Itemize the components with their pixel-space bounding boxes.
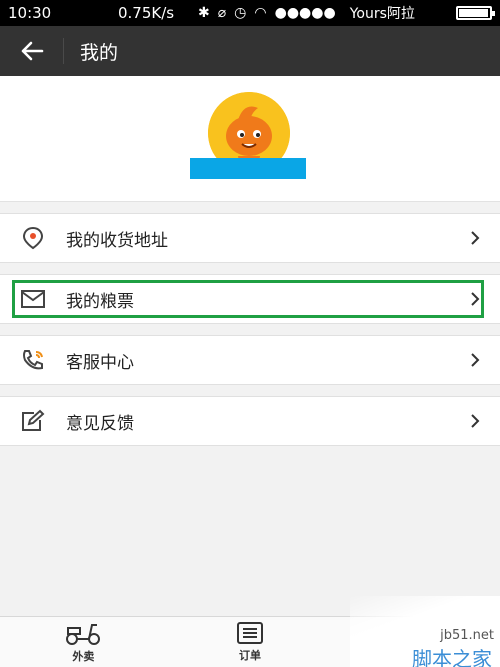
back-arrow-icon	[21, 41, 43, 61]
tab-label: 外卖	[72, 650, 95, 663]
menu-item-label: 意见反馈	[66, 413, 134, 434]
menu-item-grain-ticket[interactable]: 我的粮票	[0, 274, 500, 324]
menu-item-address[interactable]: 我的收货地址	[0, 213, 500, 263]
page-title: 我的	[80, 41, 119, 64]
scooter-icon	[66, 624, 101, 645]
title-bar: 我的	[0, 26, 500, 76]
tab-takeout[interactable]: 外卖	[0, 617, 167, 667]
menu-item-customer-service[interactable]: 客服中心	[0, 335, 500, 385]
chevron-right-icon	[450, 352, 500, 368]
username-placeholder	[190, 158, 306, 179]
profile-section	[0, 76, 500, 202]
chevron-right-icon	[450, 230, 500, 246]
envelope-icon	[0, 289, 66, 309]
battery-icon	[456, 6, 495, 20]
menu-item-label: 客服中心	[66, 352, 134, 373]
menu-item-label: 我的粮票	[66, 291, 134, 312]
order-list-icon	[237, 622, 263, 644]
edit-icon	[0, 409, 66, 433]
menu-item-feedback[interactable]: 意见反馈	[0, 396, 500, 446]
mute-icon: ⌀	[217, 5, 227, 21]
chevron-right-icon	[450, 291, 500, 307]
signal-icon: ●●●●●	[274, 5, 336, 21]
location-pin-icon	[0, 226, 66, 250]
tab-orders[interactable]: 订单	[167, 617, 334, 667]
status-icons: ✱ ⌀ ◷ ◠ ●●●●● Yours阿拉	[198, 3, 415, 23]
tab-label: 订单	[239, 649, 261, 662]
status-carrier: Yours阿拉	[349, 6, 415, 22]
status-speed: 0.75K/s	[118, 4, 175, 22]
back-button[interactable]	[0, 38, 64, 64]
chevron-right-icon	[450, 413, 500, 429]
watermark-name: 脚本之家	[412, 647, 492, 667]
wifi-icon: ◠	[254, 5, 267, 21]
alarm-icon: ◷	[234, 5, 247, 21]
phone-icon	[0, 348, 66, 372]
bluetooth-icon: ✱	[198, 5, 210, 21]
menu-item-label: 我的收货地址	[66, 230, 168, 251]
watermark-site: jb51.net	[440, 628, 494, 643]
status-bar: 10:30 0.75K/s ✱ ⌀ ◷ ◠ ●●●●● Yours阿拉	[0, 0, 500, 26]
status-time: 10:30	[8, 4, 52, 22]
